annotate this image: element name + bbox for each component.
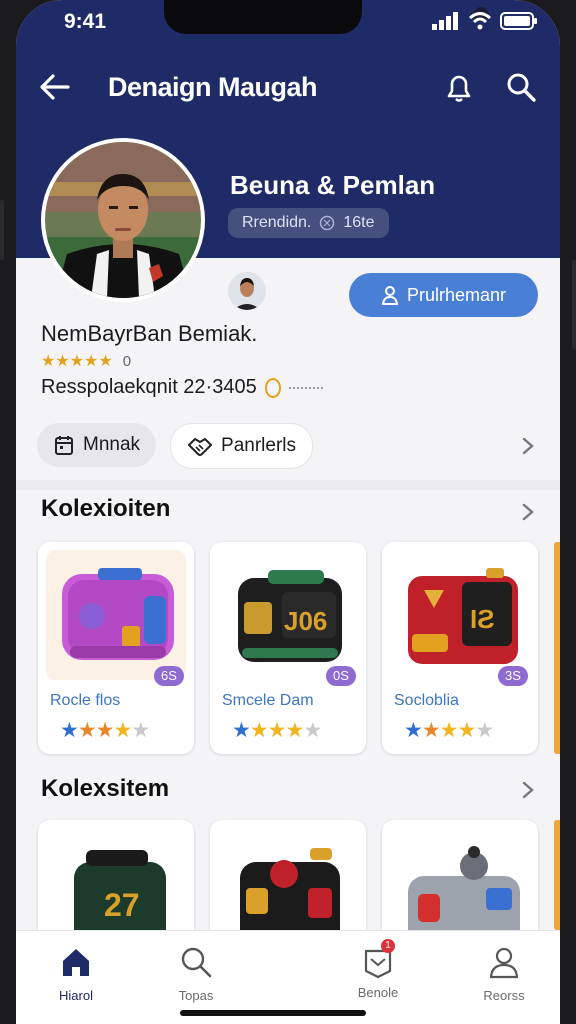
item-rating: ★★★★★ (60, 719, 150, 742)
user-display-name: NemBayrBan Bemiak. (41, 321, 258, 346)
tab-inbox-label: Benole (357, 985, 399, 1000)
home-indicator (180, 1010, 366, 1016)
search-icon (181, 947, 212, 978)
hero-tag-label: Rrendidn. (242, 214, 312, 231)
item-image: ƖƧ (390, 550, 530, 680)
item-label: Smcele Dam (222, 692, 314, 709)
item-rating: ★★★★★ (404, 719, 494, 742)
chevron-right-icon[interactable] (516, 434, 538, 458)
hero-tag-pill[interactable]: Rrendidn. 16te (228, 208, 389, 238)
home-icon (63, 949, 89, 976)
signal-icon (432, 12, 458, 30)
wifi-icon (468, 12, 492, 30)
volume-button (0, 200, 4, 260)
tab-profile[interactable]: Reorss (464, 945, 544, 1003)
screen: 9:41 Denaign Maugah Beuna & Pemlan Rrend… (16, 0, 560, 1024)
item-badge: 0S (326, 666, 356, 686)
item-label: Socloblia (394, 692, 459, 709)
ball-icon (320, 215, 335, 231)
next-card-peek[interactable] (554, 820, 560, 930)
follow-button[interactable]: Prulrhemanr (349, 273, 538, 317)
profile-avatar[interactable] (41, 138, 205, 302)
item-badge: 6S (154, 666, 184, 686)
chip-partners[interactable]: Panrlerls (170, 423, 314, 469)
tab-home-label: Hiarol (59, 988, 93, 1003)
profile-photo (45, 142, 201, 298)
stats-line: Resspolaekqnit 22·3405 (41, 376, 323, 399)
phone-frame: 9:41 Denaign Maugah Beuna & Pemlan Rrend… (0, 0, 576, 1024)
power-button (572, 260, 576, 350)
page-title: Denaign Maugah (108, 72, 318, 102)
profile-chips: Mnnak Panrlerls (37, 423, 314, 469)
chevron-right-icon[interactable] (516, 778, 538, 802)
item-image (46, 550, 186, 680)
section-title-collection-2: Kolexsitem (41, 775, 170, 802)
battery-icon (500, 12, 537, 30)
search-icon[interactable] (504, 70, 538, 104)
mini-avatar[interactable] (228, 272, 266, 310)
calendar-icon (55, 436, 73, 455)
chip-items-label: Mnnak (83, 434, 141, 455)
hero-tag-count: 16te (343, 214, 375, 231)
collection-card[interactable]: J06 0S Smcele Dam ★★★★★ (210, 542, 366, 754)
back-arrow-icon[interactable] (38, 70, 72, 104)
chevron-right-icon[interactable] (516, 500, 538, 524)
chip-partners-label: Panrlerls (221, 435, 297, 456)
hero-name: Beuna & Pemlan (230, 170, 436, 200)
status-time: 9:41 (64, 10, 107, 33)
tab-inbox[interactable]: 1 Benole (338, 939, 418, 1000)
tab-search-label: Topas (178, 988, 214, 1003)
star-rating-icons: ★★★★★ (41, 353, 113, 370)
user-rating: ★★★★★ 0 (41, 351, 131, 371)
rating-count: 0 (122, 352, 132, 370)
svg-text:ƖƧ: ƖƧ (470, 604, 495, 634)
svg-text:J06: J06 (284, 606, 327, 636)
stats-text: Resspolaekqnit 22·3405 (41, 376, 257, 398)
item-badge: 3S (498, 666, 528, 686)
follow-label: Prulrhemanr (406, 284, 507, 305)
coin-icon (264, 377, 281, 398)
notification-badge: 1 (381, 939, 395, 953)
user-add-icon (381, 286, 399, 305)
notch (164, 0, 488, 34)
item-rating: ★★★★★ (232, 719, 322, 742)
svg-text:27: 27 (104, 887, 140, 923)
dotted-divider (288, 386, 323, 389)
section-title-collection-1: Kolexioiten (41, 495, 171, 522)
tab-search[interactable]: Topas (156, 945, 236, 1003)
section-divider (16, 480, 560, 490)
tab-home[interactable]: Hiarol (36, 945, 116, 1003)
tab-profile-label: Reorss (483, 988, 525, 1003)
chip-items[interactable]: Mnnak (37, 423, 157, 467)
collection-card[interactable]: ƖƧ 3S Socloblia ★★★★★ (382, 542, 538, 754)
top-app-bar: Denaign Maugah (16, 66, 560, 110)
bell-icon[interactable] (442, 70, 476, 104)
next-card-peek[interactable] (554, 542, 560, 754)
profile-icon (489, 947, 519, 979)
item-image: J06 (218, 550, 358, 680)
handshake-icon (188, 438, 213, 456)
status-icons (432, 12, 538, 30)
item-label: Rocle flos (50, 692, 121, 709)
collection-card[interactable]: 6S Rocle flos ★★★★★ (38, 542, 194, 754)
